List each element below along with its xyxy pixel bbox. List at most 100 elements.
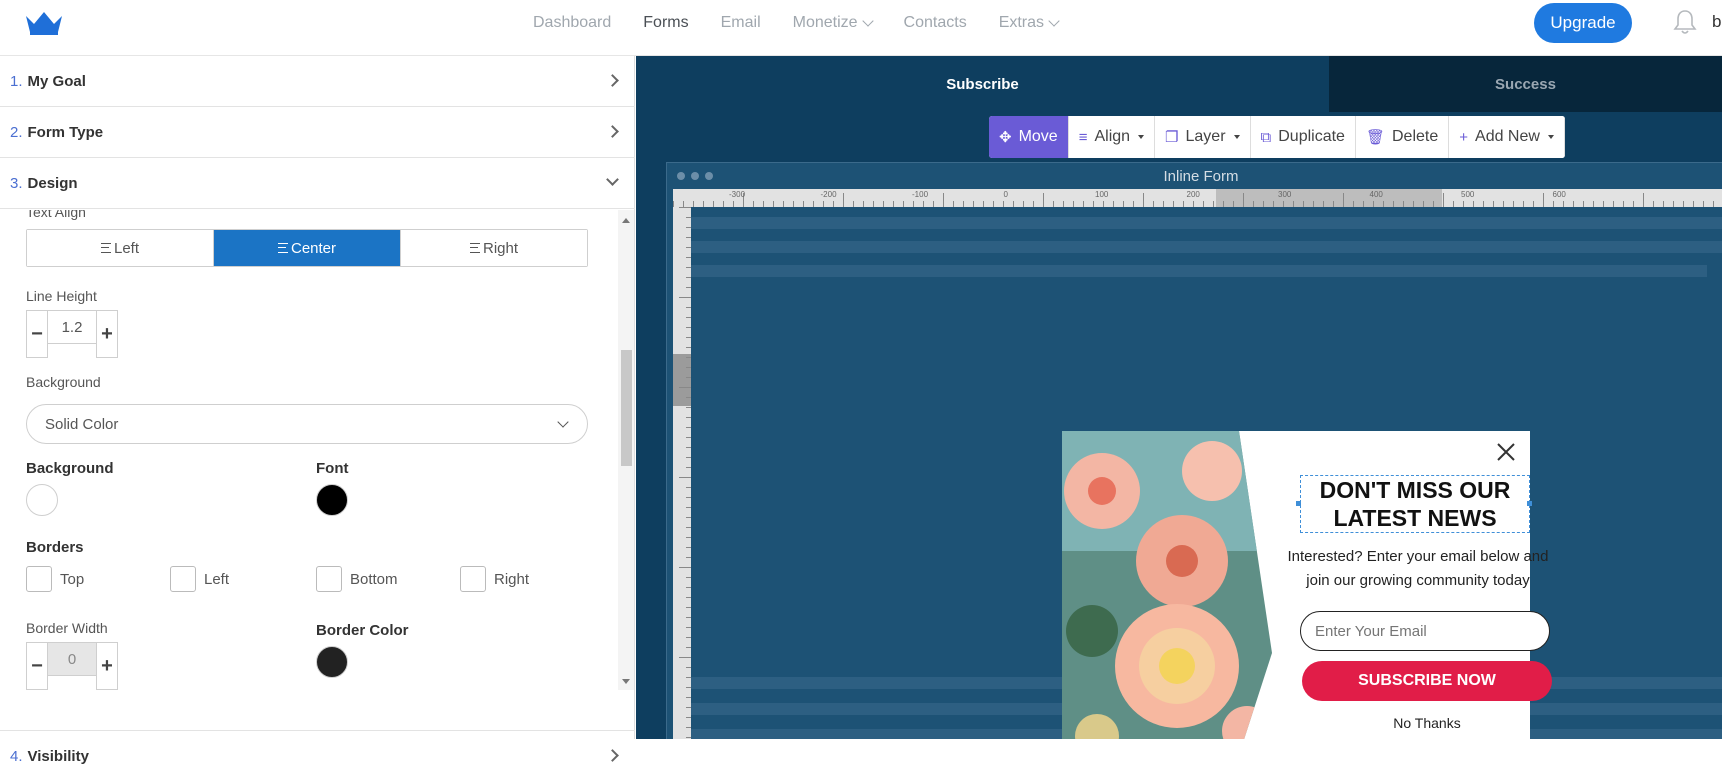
checkbox-box[interactable] bbox=[316, 566, 342, 592]
trash-icon: 🗑 bbox=[1365, 129, 1385, 146]
tab-success[interactable]: Success bbox=[1329, 56, 1722, 112]
nav-monetize[interactable]: Monetize bbox=[793, 14, 874, 32]
ruler-tick bbox=[686, 337, 691, 338]
ruler-tick bbox=[993, 201, 994, 207]
popup-headline[interactable]: DON'T MISS OUR LATEST NEWS bbox=[1300, 475, 1530, 533]
step-visibility[interactable]: 4. Visibility bbox=[0, 730, 635, 781]
upgrade-button[interactable]: Upgrade bbox=[1534, 3, 1632, 43]
ruler-tick bbox=[686, 557, 691, 558]
align-right-button[interactable]: Right bbox=[401, 230, 587, 266]
ruler-tick bbox=[843, 193, 844, 207]
border-left-checkbox[interactable]: Left bbox=[170, 566, 229, 592]
main-nav: Dashboard Forms Email Monetize Contacts Extra… bbox=[533, 0, 1090, 46]
line-height-increment-button[interactable]: + bbox=[96, 310, 118, 358]
ruler-tick bbox=[1643, 193, 1644, 207]
border-top-checkbox[interactable]: Top bbox=[26, 566, 84, 592]
ruler-tick bbox=[1633, 201, 1634, 207]
nav-forms[interactable]: Forms bbox=[643, 14, 688, 32]
scrollbar-thumb[interactable] bbox=[621, 350, 632, 466]
border-width-decrement-button[interactable]: − bbox=[26, 642, 48, 690]
step-number: 3. bbox=[10, 174, 23, 192]
panel-scrollbar[interactable] bbox=[618, 210, 634, 690]
border-width-increment-button[interactable]: + bbox=[96, 642, 118, 690]
ruler-tick bbox=[1583, 201, 1584, 207]
background-type-select[interactable]: Solid Color bbox=[26, 404, 588, 444]
caret-down-icon bbox=[1138, 135, 1145, 139]
ruler-highlight bbox=[673, 354, 691, 406]
line-height-decrement-button[interactable]: − bbox=[26, 310, 48, 358]
border-width-input[interactable]: 0 bbox=[48, 642, 96, 676]
ruler-tick bbox=[686, 527, 691, 528]
nav-label: Forms bbox=[643, 14, 689, 31]
no-thanks-link[interactable]: No Thanks bbox=[1302, 715, 1552, 731]
ruler-tick bbox=[1473, 201, 1474, 207]
close-icon[interactable] bbox=[1494, 440, 1518, 464]
nav-email[interactable]: Email bbox=[721, 14, 761, 32]
vertical-ruler[interactable] bbox=[673, 207, 691, 739]
form-canvas: Subscribe Success ✥ Move ≡ Align ❐ Layer… bbox=[636, 56, 1722, 739]
borders-label: Borders bbox=[26, 539, 84, 556]
flower-image bbox=[1062, 431, 1272, 739]
ruler-tick bbox=[686, 407, 691, 408]
font-color-swatch[interactable] bbox=[316, 484, 348, 516]
align-dropdown-button[interactable]: ≡ Align bbox=[1068, 116, 1156, 158]
background-color-swatch[interactable] bbox=[26, 484, 58, 516]
popup-subtext[interactable]: Interested? Enter your email below and j… bbox=[1282, 545, 1554, 593]
nav-contacts[interactable]: Contacts bbox=[904, 14, 967, 32]
optin-popup[interactable]: DON'T MISS OUR LATEST NEWS Interested? E… bbox=[1062, 431, 1552, 739]
ruler-tick bbox=[1383, 201, 1384, 207]
scroll-down-icon[interactable] bbox=[622, 679, 630, 684]
bell-icon[interactable] bbox=[1672, 8, 1698, 36]
ruler-tick bbox=[679, 477, 691, 478]
ruler-tick bbox=[686, 717, 691, 718]
ruler-tick bbox=[1483, 201, 1484, 207]
scroll-up-icon[interactable] bbox=[622, 218, 630, 223]
step-form-type[interactable]: 2. Form Type bbox=[0, 107, 635, 158]
text-align-group: Left Center Right bbox=[26, 229, 588, 267]
step-design[interactable]: 3. Design bbox=[0, 158, 635, 209]
nav-label: Dashboard bbox=[533, 14, 612, 31]
ruler-tick bbox=[1413, 201, 1414, 207]
email-input[interactable] bbox=[1300, 611, 1550, 651]
border-bottom-checkbox[interactable]: Bottom bbox=[316, 566, 398, 592]
tab-subscribe[interactable]: Subscribe bbox=[636, 56, 1329, 112]
step-my-goal[interactable]: 1. My Goal bbox=[0, 56, 635, 107]
move-button[interactable]: ✥ Move bbox=[989, 116, 1069, 158]
line-height-stepper: − 1.2 + bbox=[26, 310, 118, 358]
ruler-tick bbox=[903, 201, 904, 207]
ruler-tick bbox=[1663, 201, 1664, 207]
resize-handle[interactable] bbox=[1527, 501, 1532, 506]
checkbox-label: Right bbox=[494, 570, 530, 588]
ruler-tick bbox=[923, 201, 924, 207]
add-new-dropdown-button[interactable]: + Add New bbox=[1449, 116, 1565, 158]
crown-logo-icon[interactable] bbox=[24, 10, 64, 36]
layer-dropdown-button[interactable]: ❐ Layer bbox=[1155, 116, 1251, 158]
inline-form-frame: Inline Form -300 -200 -100 0 100 200 300 400 500… bbox=[666, 162, 1722, 739]
ruler-label: 200 bbox=[1186, 190, 1200, 199]
ruler-tick bbox=[686, 617, 691, 618]
horizontal-ruler[interactable]: -300 -200 -100 0 100 200 300 400 500 600 bbox=[673, 189, 1722, 207]
ruler-tick bbox=[1703, 201, 1704, 207]
duplicate-button[interactable]: ⧉ Duplicate bbox=[1250, 116, 1356, 158]
checkbox-box[interactable] bbox=[170, 566, 196, 592]
chevron-down-icon bbox=[1048, 15, 1060, 27]
line-height-input[interactable]: 1.2 bbox=[48, 310, 96, 344]
align-left-button[interactable]: Left bbox=[27, 230, 214, 266]
ruler-tick bbox=[1113, 201, 1114, 207]
checkbox-box[interactable] bbox=[460, 566, 486, 592]
nav-dashboard[interactable]: Dashboard bbox=[533, 14, 611, 32]
border-color-swatch[interactable] bbox=[316, 646, 348, 678]
delete-button[interactable]: 🗑 Delete bbox=[1355, 116, 1450, 158]
user-menu[interactable]: b bbox=[1712, 12, 1721, 32]
subscribe-button[interactable]: SUBSCRIBE NOW bbox=[1302, 661, 1552, 701]
resize-handle[interactable] bbox=[1296, 501, 1301, 506]
nav-extras[interactable]: Extras bbox=[999, 14, 1060, 32]
border-right-checkbox[interactable]: Right bbox=[460, 566, 529, 592]
ruler-tick bbox=[686, 277, 691, 278]
caret-down-icon bbox=[1547, 135, 1554, 139]
ruler-tick bbox=[1253, 201, 1254, 207]
checkbox-box[interactable] bbox=[26, 566, 52, 592]
align-center-button[interactable]: Center bbox=[214, 230, 401, 266]
ruler-tick bbox=[1573, 201, 1574, 207]
ruler-tick bbox=[1343, 193, 1344, 207]
